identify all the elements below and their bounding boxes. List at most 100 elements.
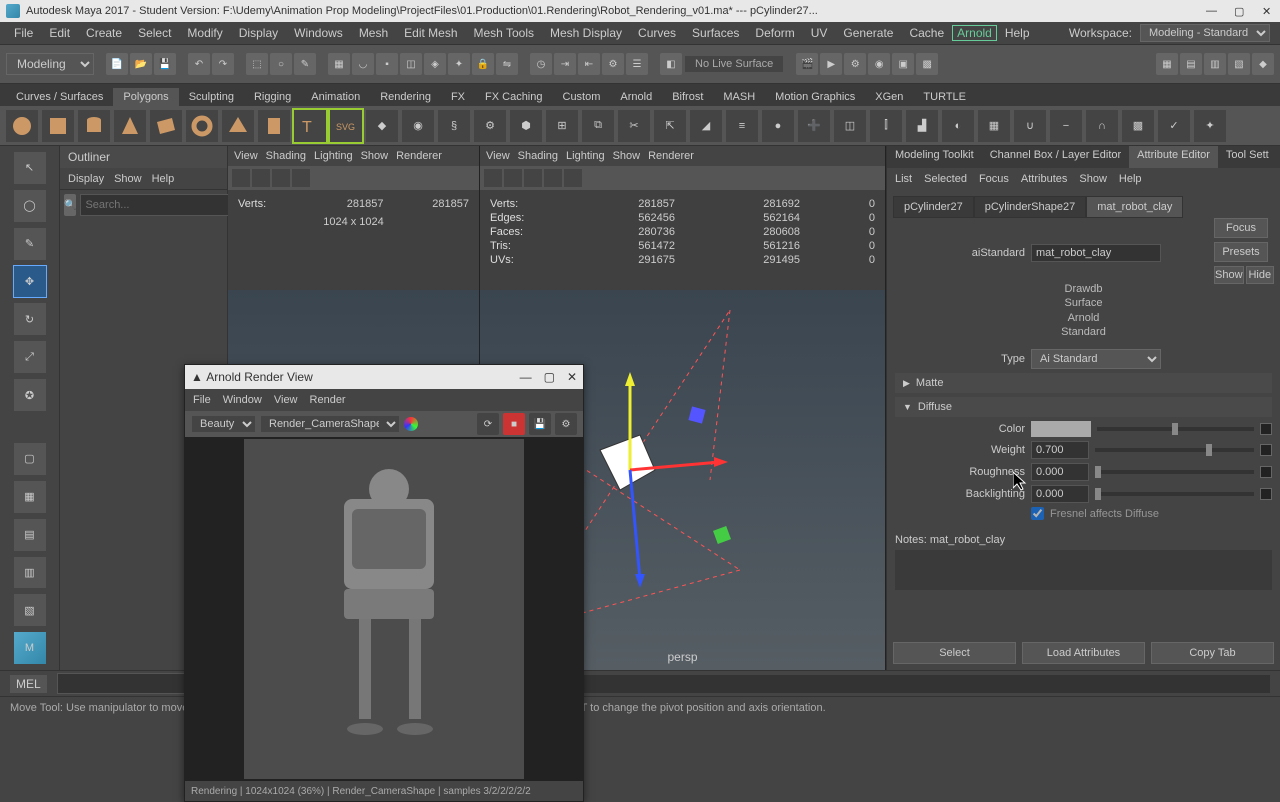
toggle-ae-icon[interactable]: ▥ — [1204, 53, 1226, 75]
boolean-diff-icon[interactable]: − — [1050, 110, 1082, 142]
shelf-tab-fx[interactable]: FX — [441, 88, 475, 106]
ipr-icon[interactable]: ▶ — [820, 53, 842, 75]
shelf-tab-polygons[interactable]: Polygons — [113, 88, 178, 106]
menu-help[interactable]: Help — [997, 26, 1038, 40]
arv-maximize-icon[interactable]: ▢ — [544, 370, 555, 384]
close-icon[interactable]: ✕ — [1262, 5, 1274, 17]
vp2-tool-icon[interactable] — [484, 169, 502, 187]
shelf-tab-mash[interactable]: MASH — [713, 88, 765, 106]
quad-draw-icon[interactable]: ▩ — [1122, 110, 1154, 142]
show-button[interactable]: Show — [1214, 266, 1244, 284]
offset-loop-icon[interactable]: ⫿ — [870, 110, 902, 142]
backlight-slider[interactable] — [1095, 492, 1254, 496]
minimize-icon[interactable]: — — [1206, 5, 1218, 17]
insert-loop-icon[interactable]: ◫ — [834, 110, 866, 142]
ae-attributes-menu[interactable]: Attributes — [1021, 173, 1067, 185]
extrude-icon[interactable]: ⇱ — [654, 110, 686, 142]
rotate-tool-icon[interactable]: ↻ — [14, 303, 46, 335]
weight-field[interactable] — [1031, 441, 1089, 459]
menu-generate[interactable]: Generate — [835, 26, 901, 40]
menu-surfaces[interactable]: Surfaces — [684, 26, 747, 40]
shelf-tab-fxcaching[interactable]: FX Caching — [475, 88, 552, 106]
vp2-tool-icon[interactable] — [504, 169, 522, 187]
poly-sphere-icon[interactable] — [6, 110, 38, 142]
tab-channelbox[interactable]: Channel Box / Layer Editor — [982, 146, 1129, 168]
render-frame-icon[interactable]: 🎬 — [796, 53, 818, 75]
paint-tool-icon[interactable]: ✎ — [14, 228, 46, 260]
vp1-view-menu[interactable]: View — [234, 150, 258, 162]
node-tab-shape[interactable]: pCylinderShape27 — [974, 196, 1087, 218]
poly-pyramid-icon[interactable] — [222, 110, 254, 142]
scale-tool-icon[interactable]: ⤢ — [14, 341, 46, 373]
move-tool-icon[interactable]: ✥ — [14, 266, 46, 298]
matte-section[interactable]: ▶Matte — [895, 373, 1272, 393]
cleanup-icon[interactable]: ✓ — [1158, 110, 1190, 142]
notes-area[interactable] — [895, 550, 1272, 590]
poly-svg-icon[interactable]: SVG — [330, 110, 362, 142]
vp1-tool-icon[interactable] — [272, 169, 290, 187]
node-tab-material[interactable]: mat_robot_clay — [1086, 196, 1183, 218]
shelf-tab-turtle[interactable]: TURTLE — [913, 88, 976, 106]
append-icon[interactable]: ➕ — [798, 110, 830, 142]
poly-torus-icon[interactable] — [186, 110, 218, 142]
layout-four-icon[interactable]: ▦ — [14, 481, 46, 513]
arv-file-menu[interactable]: File — [193, 394, 211, 406]
ae-help-menu[interactable]: Help — [1119, 173, 1142, 185]
menu-uv[interactable]: UV — [803, 26, 836, 40]
fill-hole-icon[interactable]: ● — [762, 110, 794, 142]
load-attributes-button[interactable]: Load Attributes — [1022, 642, 1145, 664]
redo-icon[interactable]: ↷ — [212, 53, 234, 75]
bevel-icon[interactable]: ◢ — [690, 110, 722, 142]
poly-soccer-icon[interactable]: ⬢ — [510, 110, 542, 142]
render-view-icon[interactable]: ▩ — [916, 53, 938, 75]
arv-canvas[interactable] — [185, 437, 583, 781]
sculpt-icon[interactable]: ✦ — [1194, 110, 1226, 142]
playblast-icon[interactable]: ▣ — [892, 53, 914, 75]
output-icon[interactable]: ⇤ — [578, 53, 600, 75]
vp2-show-menu[interactable]: Show — [613, 150, 641, 162]
color-map-icon[interactable] — [1260, 423, 1272, 435]
poly-cylinder-icon[interactable] — [78, 110, 110, 142]
arv-camera-selector[interactable]: Render_CameraShape — [260, 415, 400, 433]
boolean-union-icon[interactable]: ∪ — [1014, 110, 1046, 142]
focus-button[interactable]: Focus — [1214, 218, 1268, 238]
layout-3h-icon[interactable]: ▥ — [14, 557, 46, 589]
poly-superellipse-icon[interactable]: ◉ — [402, 110, 434, 142]
type-selector[interactable]: Ai Standard — [1031, 349, 1161, 369]
snap-point-icon[interactable]: ▪ — [376, 53, 398, 75]
arv-stop-icon[interactable]: ■ — [503, 413, 525, 435]
arv-save-icon[interactable]: 💾 — [529, 413, 551, 435]
layout-outliner-icon[interactable]: ▧ — [14, 594, 46, 626]
render-settings-icon[interactable]: ⚙ — [844, 53, 866, 75]
live-surface-icon[interactable]: ◧ — [660, 53, 682, 75]
arv-minimize-icon[interactable]: — — [520, 370, 532, 384]
vp2-renderer-menu[interactable]: Renderer — [648, 150, 694, 162]
menu-create[interactable]: Create — [78, 26, 130, 40]
open-scene-icon[interactable]: 📂 — [130, 53, 152, 75]
outliner-help-menu[interactable]: Help — [152, 173, 175, 185]
last-tool-icon[interactable]: ✪ — [14, 379, 46, 411]
poly-cone-icon[interactable] — [114, 110, 146, 142]
new-scene-icon[interactable]: 📄 — [106, 53, 128, 75]
select-button[interactable]: Select — [893, 642, 1016, 664]
tab-modeling-toolkit[interactable]: Modeling Toolkit — [887, 146, 982, 168]
poly-helix-icon[interactable]: § — [438, 110, 470, 142]
maximize-icon[interactable]: ▢ — [1234, 5, 1246, 17]
color-slider[interactable] — [1097, 427, 1254, 431]
separate-icon[interactable]: ⧉ — [582, 110, 614, 142]
presets-button[interactable]: Presets — [1214, 242, 1268, 262]
weight-slider[interactable] — [1095, 448, 1254, 452]
layout-3v-icon[interactable]: ▤ — [14, 519, 46, 551]
arv-settings-icon[interactable]: ⚙ — [555, 413, 577, 435]
combine-icon[interactable]: ⊞ — [546, 110, 578, 142]
shelf-tab-mograph[interactable]: Motion Graphics — [765, 88, 865, 106]
roughness-slider[interactable] — [1095, 470, 1254, 474]
shelf-tab-xgen[interactable]: XGen — [865, 88, 913, 106]
toggle-modeling-icon[interactable]: ◆ — [1252, 53, 1274, 75]
boolean-int-icon[interactable]: ∩ — [1086, 110, 1118, 142]
vp1-lighting-menu[interactable]: Lighting — [314, 150, 353, 162]
symmetry-icon[interactable]: ⇋ — [496, 53, 518, 75]
vp1-tool-icon[interactable] — [252, 169, 270, 187]
lasso-icon[interactable]: ○ — [270, 53, 292, 75]
construction-icon[interactable]: ⚙ — [602, 53, 624, 75]
